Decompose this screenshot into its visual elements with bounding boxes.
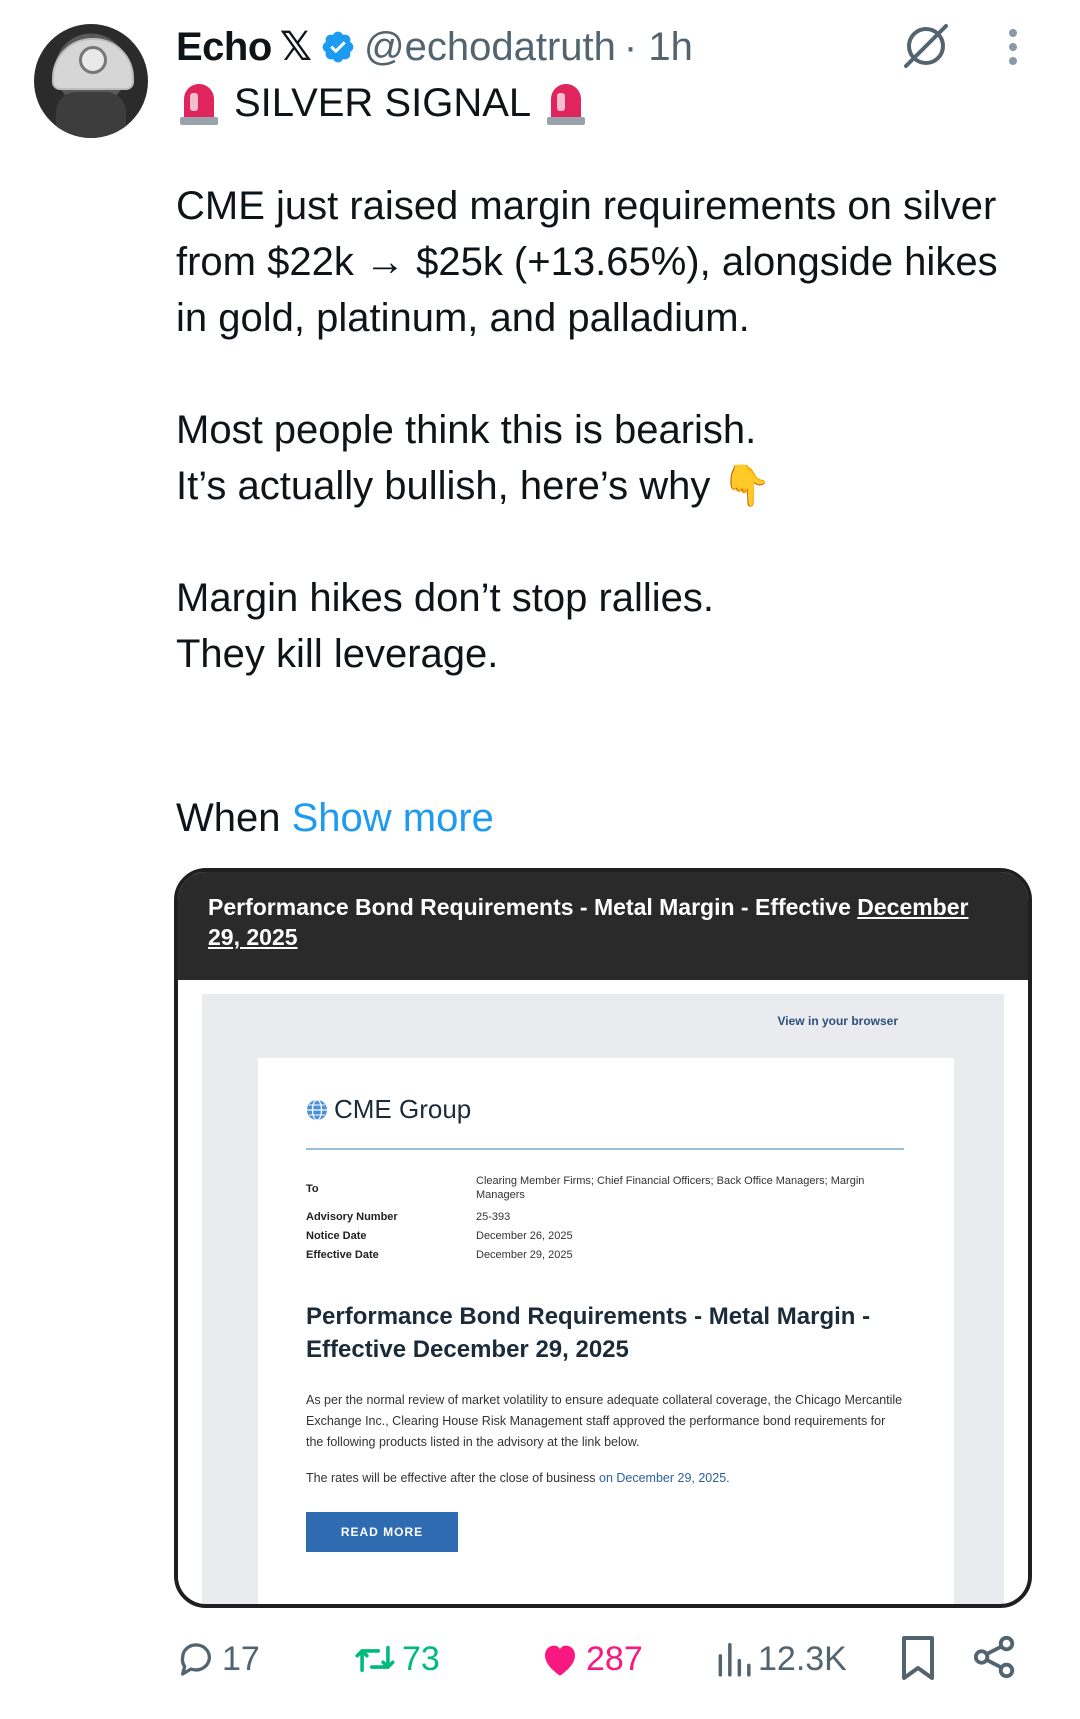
meta-label-to: To	[306, 1183, 319, 1195]
author-name[interactable]: Echo	[176, 25, 272, 70]
read-more-button[interactable]: READ MORE	[306, 1512, 458, 1552]
email-title: Performance Bond Requirements - Metal Ma…	[306, 1303, 871, 1363]
reply-icon	[180, 1643, 211, 1676]
repost-count: 73	[402, 1639, 440, 1678]
meta-label-advisory-number: Advisory Number	[306, 1211, 398, 1223]
meta-value-notice-date: December 26, 2025	[476, 1230, 573, 1242]
show-more-link[interactable]: Show more	[292, 796, 494, 840]
header-divider	[306, 1148, 904, 1150]
email-paragraph-1: As per the normal review of market volat…	[306, 1393, 903, 1449]
reply-count: 17	[222, 1639, 260, 1678]
headline-row: SILVER SIGNAL	[176, 76, 589, 130]
email-effective-date-link: on December 29, 2025.	[599, 1471, 730, 1485]
reply-button[interactable]: 17	[176, 1634, 260, 1684]
meta-value-advisory-number: 25-393	[476, 1211, 511, 1223]
card-title: Performance Bond Requirements - Metal Ma…	[208, 892, 988, 952]
meta-value-effective-date: December 29, 2025	[476, 1249, 573, 1261]
meta-label-effective-date: Effective Date	[306, 1249, 379, 1261]
card-frame	[178, 980, 1028, 994]
tweet-body: CME just raised margin requirements on s…	[176, 184, 998, 676]
post-time[interactable]: · 1h	[624, 25, 693, 70]
truncated-line: When Show more	[176, 790, 494, 846]
like-button[interactable]: 287	[540, 1634, 643, 1684]
avatar-cap-badge	[79, 46, 107, 74]
author-avatar[interactable]	[34, 24, 148, 138]
repost-icon	[355, 1645, 395, 1673]
avatar-face	[56, 92, 126, 138]
bookmark-icon[interactable]	[898, 1634, 938, 1682]
analytics-icon	[718, 1643, 751, 1677]
author-row: Echo 𝕏 @echodatruth · 1h	[176, 20, 693, 74]
view-count: 12.3K	[758, 1639, 847, 1678]
cme-logo-text: CME Group	[334, 1094, 472, 1124]
card-frame-right	[1004, 980, 1028, 1604]
repost-button[interactable]: 73	[354, 1634, 440, 1684]
verified-badge-icon[interactable]	[320, 29, 356, 65]
more-options-icon[interactable]	[1008, 28, 1018, 66]
x-logo-icon: 𝕏	[279, 25, 313, 69]
views-button[interactable]: 12.3K	[714, 1634, 847, 1684]
heart-icon	[545, 1645, 575, 1676]
cme-logo: CME Group	[306, 1094, 471, 1125]
share-icon[interactable]	[972, 1634, 1018, 1680]
siren-icon	[180, 84, 218, 125]
view-in-browser-link[interactable]: View in your browser	[778, 1014, 898, 1028]
meta-label-notice-date: Notice Date	[306, 1230, 367, 1242]
globe-icon	[307, 1098, 327, 1121]
email-preview: CME Group To Clearing Member Firms; Chie…	[258, 1058, 954, 1604]
card-title-prefix: Performance Bond Requirements - Metal Ma…	[208, 894, 851, 920]
email-paragraph-2: The rates will be effective after the cl…	[306, 1468, 906, 1489]
meta-value-to: Clearing Member Firms; Chief Financial O…	[476, 1175, 865, 1201]
link-card[interactable]: Performance Bond Requirements - Metal Ma…	[174, 868, 1032, 1608]
truncated-word: When	[176, 796, 281, 840]
card-frame-left	[178, 980, 202, 1604]
email-paragraph-2-text: The rates will be effective after the cl…	[306, 1471, 596, 1485]
headline-text: SILVER SIGNAL	[234, 80, 532, 125]
grok-icon[interactable]	[900, 20, 952, 72]
author-handle[interactable]: @echodatruth	[364, 25, 616, 70]
card-header: Performance Bond Requirements - Metal Ma…	[178, 872, 1028, 980]
like-count: 287	[586, 1639, 643, 1678]
siren-icon	[547, 84, 586, 125]
